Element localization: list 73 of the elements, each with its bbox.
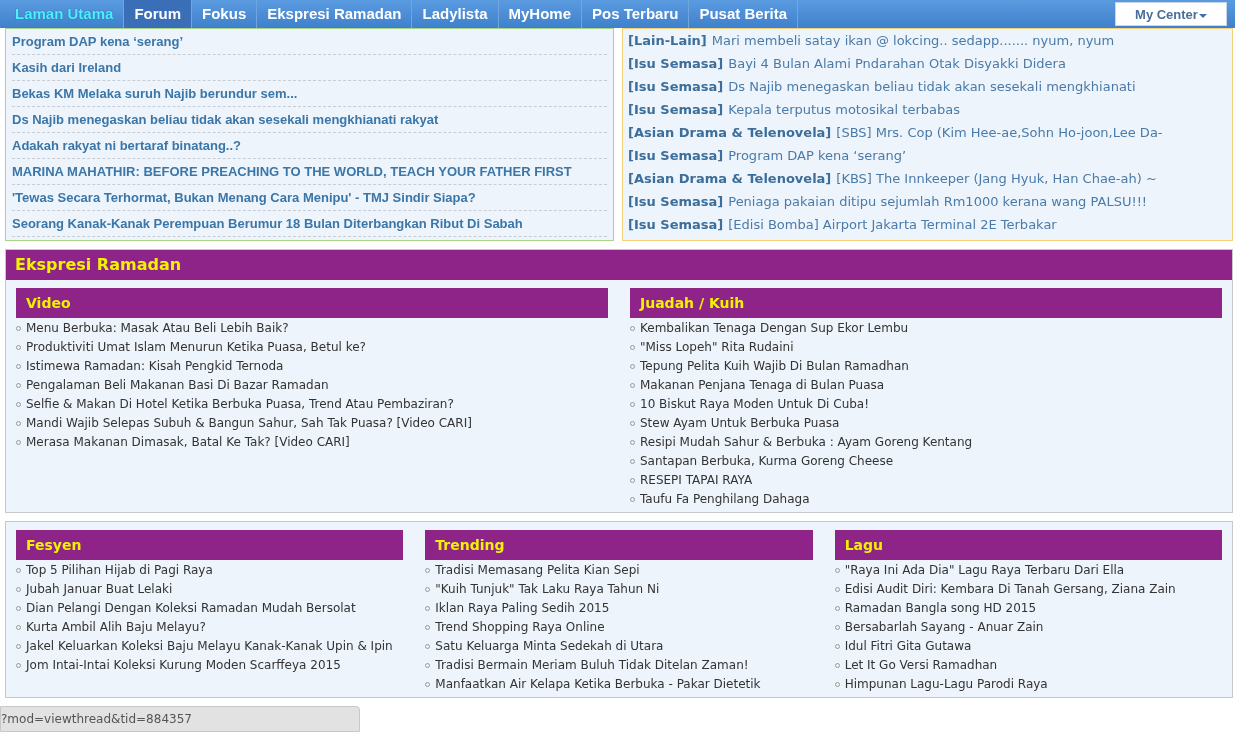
article-link[interactable]: Edisi Audit Diri: Kembara Di Tanah Gersang, Ziana Zain [844,580,1176,599]
article-link[interactable]: Iklan Raya Paling Sedih 2015 [435,599,610,618]
category-link[interactable]: [Isu Semasa] [628,52,724,75]
article-link[interactable]: Merasa Makanan Dimasak, Batal Ke Tak? [Video CARI] [26,433,350,452]
category-link[interactable]: [Isu Semasa] [628,213,724,236]
section-header: Juadah / Kuih [630,288,1222,318]
post-link[interactable]: [Edisi Bomba] Airport Jakarta Terminal 2E Terbakar [728,213,1057,236]
post-link[interactable]: Bayi 4 Bulan Alami Pndarahan Otak Disyakki Didera [728,52,1066,75]
article-link[interactable]: Top 5 Pilihan Hijab di Pagi Raya [26,561,213,580]
article-link[interactable]: 10 Biskut Raya Moden Untuk Di Cuba! [640,395,870,414]
article-link[interactable]: Let It Go Versi Ramadhan [844,656,998,675]
category-link[interactable]: [Asian Drama & Telenovela] [628,121,832,144]
thread-link[interactable]: MARINA MAHATHIR: BEFORE PREACHING TO THE WORLD, TEACH YOUR FATHER FIRST [12,159,607,185]
article-link[interactable]: Mandi Wajib Selepas Subuh & Bangun Sahur, Sah Tak Puasa? [Video CARI] [26,414,472,433]
article-link[interactable]: Ramadan Bangla song HD 2015 [844,599,1037,618]
article-link[interactable]: Tepung Pelita Kuih Wajib Di Bulan Ramadhan [640,357,909,376]
article-link[interactable]: Resipi Mudah Sahur & Berbuka : Ayam Goreng Kentang [640,433,973,452]
article-link[interactable]: Stew Ayam Untuk Berbuka Puasa [640,414,840,433]
my-center-button[interactable]: My Center [1115,2,1227,26]
article-link[interactable]: Bersabarlah Sayang - Anuar Zain [844,618,1044,637]
category-link[interactable]: [Isu Semasa] [628,190,724,213]
section-header: Fesyen [16,530,404,560]
thread-link[interactable]: Bekas KM Melaka suruh Najib berundur sem... [12,81,607,107]
article-link[interactable]: Trend Shopping Raya Online [435,618,605,637]
article-link[interactable]: Selfie & Makan Di Hotel Ketika Berbuka Puasa, Trend Atau Pembaziran? [26,395,454,414]
category-link[interactable]: [Isu Semasa] [628,98,724,121]
article-link[interactable]: Kurta Ambil Alih Baju Melayu? [26,618,206,637]
post-link[interactable]: Mari membeli satay ikan @ lokcing.. sedapp....... nyum, nyum [711,29,1115,52]
article-link[interactable]: Menu Berbuka: Masak Atau Beli Lebih Baik? [26,319,289,338]
article-link[interactable]: Himpunan Lagu-Lagu Parodi Raya [844,675,1048,694]
section-header: Video [16,288,608,318]
article-link[interactable]: Pengalaman Beli Makanan Basi Di Bazar Ramadan [26,376,329,395]
article-link[interactable]: RESEPI TAPAI RAYA [640,471,753,490]
category-link[interactable]: [Lain-Lain] [628,29,707,52]
article-link[interactable]: Santapan Berbuka, Kurma Goreng Cheese [640,452,894,471]
post-link[interactable]: Kepala terputus motosikal terbabas [728,98,960,121]
article-link[interactable]: Tradisi Bermain Meriam Buluh Tidak Ditelan Zaman! [435,656,749,675]
article-link[interactable]: Satu Keluarga Minta Sedekah di Utara [435,637,664,656]
category-link[interactable]: [Asian Drama & Telenovela] [628,167,832,190]
category-link[interactable]: [Isu Semasa] [628,75,724,98]
thread-link[interactable]: Program DAP kena ‘serang’ [12,29,607,55]
thread-link[interactable]: Kasih dari Ireland [12,55,607,81]
caret-icon [1198,13,1207,18]
article-link[interactable]: Jubah Januar Buat Lelaki [26,580,173,599]
article-link[interactable]: "Raya Ini Ada Dia" Lagu Raya Terbaru Dari Ella [844,561,1125,580]
section-header: Trending [425,530,813,560]
article-link[interactable]: Idul Fitri Gita Gutawa [844,637,972,656]
thread-link[interactable]: Ds Najib menegaskan beliau tidak akan sesekali mengkhianati rakyat [12,107,607,133]
post-link[interactable]: Ds Najib menegaskan beliau tidak akan sesekali mengkhianati [728,75,1136,98]
post-link[interactable]: Program DAP kena ‘serang’ [728,144,907,167]
article-link[interactable]: Jakel Keluarkan Koleksi Baju Melayu Kanak-Kanak Upin & Ipin [26,637,393,656]
article-link[interactable]: "Kuih Tunjuk" Tak Laku Raya Tahun Ni [435,580,660,599]
article-link[interactable]: Produktiviti Umat Islam Menurun Ketika Puasa, Betul ke? [26,338,366,357]
nav-tab[interactable]: Forum [124,0,193,28]
article-link[interactable]: Istimewa Ramadan: Kisah Pengkid Ternoda [26,357,284,376]
status-bar: ?mod=viewthread&tid=884357 [0,706,360,732]
section-header: Lagu [834,530,1222,560]
article-link[interactable]: Kembalikan Tenaga Dengan Sup Ekor Lembu [640,319,909,338]
article-link[interactable]: Jom Intai-Intai Koleksi Kurung Moden Scarffeya 2015 [26,656,341,675]
article-link[interactable]: Manfaatkan Air Kelapa Ketika Berbuka - Pakar Dietetik [435,675,761,694]
panel-header: Ekspresi Ramadan [6,250,1232,280]
post-link[interactable]: [KBS] The Innkeeper (Jang Hyuk, Han Chae-ah) ~ [836,167,1157,190]
thread-link[interactable]: 'Tewas Secara Terhormat, Bukan Menang Cara Menipu' - TMJ Sindir Siapa? [12,185,607,211]
thread-link[interactable]: Seorang Kanak-Kanak Perempuan Berumur 18 Bulan Diterbangkan Ribut Di Sabah [12,211,607,237]
thread-link[interactable]: Adakah rakyat ni bertaraf binatang..? [12,133,607,159]
category-link[interactable]: [Isu Semasa] [628,144,724,167]
article-link[interactable]: Dian Pelangi Dengan Koleksi Ramadan Mudah Bersolat [26,599,356,618]
article-link[interactable]: "Miss Lopeh" Rita Rudaini [640,338,794,357]
article-link[interactable]: Tradisi Memasang Pelita Kian Sepi [435,561,640,580]
article-link[interactable]: Makanan Penjana Tenaga di Bulan Puasa [640,376,885,395]
post-link[interactable]: [SBS] Mrs. Cop (Kim Hee-ae,Sohn Ho-joon,Lee Da- [836,121,1163,144]
article-link[interactable]: Taufu Fa Penghilang Dahaga [640,490,810,509]
post-link[interactable]: Peniaga pakaian ditipu sejumlah Rm1000 kerana wang PALSU!!! [728,190,1148,213]
